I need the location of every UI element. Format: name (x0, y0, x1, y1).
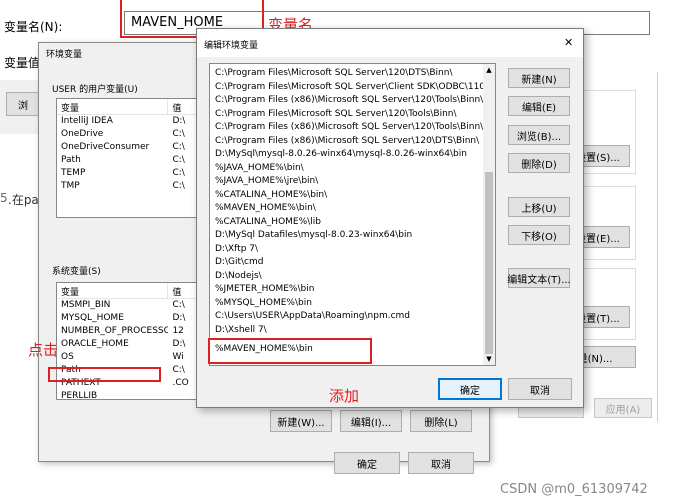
sys-delete-button[interactable]: 删除(L) (410, 410, 472, 432)
var-name: Path (61, 155, 81, 165)
var-name: NUMBER_OF_PROCESSORS (61, 326, 168, 336)
table-row[interactable]: OS Wi (57, 351, 205, 364)
edit-ok-button[interactable]: 确定 (438, 378, 502, 400)
annotation-click: 点击 (28, 341, 59, 359)
path-entry[interactable]: C:\Program Files (x86)\Microsoft SQL Ser… (210, 94, 495, 108)
close-icon[interactable]: ✕ (564, 36, 573, 49)
var-name: PERLLIB (61, 391, 98, 400)
scrollbar-thumb[interactable] (485, 172, 493, 354)
user-vars-label: USER 的用户变量(U) (52, 85, 138, 95)
var-name: OS (61, 352, 74, 362)
env-ok-button[interactable]: 确定 (334, 452, 400, 474)
path-entry[interactable]: %JAVA_HOME%\bin\ (210, 162, 495, 176)
var-name: ORACLE_HOME (61, 339, 129, 349)
path-entry[interactable]: C:\Program Files\Microsoft SQL Server\12… (210, 67, 495, 81)
path-entry[interactable]: D:\Nodejs\ (210, 270, 495, 284)
sys-vars-label: 系统变量(S) (52, 267, 101, 277)
env-dialog-title: 环境变量 (46, 50, 83, 60)
sys-new-button[interactable]: 新建(W)... (270, 410, 332, 432)
table-row[interactable]: NUMBER_OF_PROCESSORS12 (57, 325, 205, 338)
move-up-button[interactable]: 上移(U) (508, 197, 570, 217)
path-entry[interactable]: %CATALINA_HOME%\bin\ (210, 189, 495, 203)
var-name: MYSQL_HOME (61, 313, 124, 323)
user-vars-table[interactable]: 变量值 IntelliJ IDEA D:\ OneDrive C:\ OneDriveC… (56, 98, 206, 218)
list-scrollbar[interactable]: ▲ ▼ (483, 64, 495, 365)
var-value-label: 变量值 (4, 56, 41, 70)
path-highlight (48, 367, 161, 382)
table-row[interactable]: OneDriveConsumer C:\ (57, 141, 205, 154)
move-down-button[interactable]: 下移(O) (508, 225, 570, 245)
path-entry[interactable]: C:\Program Files (x86)\Microsoft SQL Ser… (210, 135, 495, 149)
sys-vars-table[interactable]: 变量值 MSMPI_BIN C:\ MYSQL_HOME D:\ NUMBER_OF_P… (56, 282, 206, 400)
path-entry[interactable]: C:\Program Files (x86)\Microsoft SQL Ser… (210, 121, 495, 135)
sys-edit-button[interactable]: 编辑(I)... (340, 410, 402, 432)
edit-dialog-title: 编辑环境变量 (204, 41, 259, 51)
var-name: MSMPI_BIN (61, 300, 111, 310)
var-name: IntelliJ IDEA (61, 116, 113, 126)
edit-cancel-button[interactable]: 取消 (508, 378, 572, 400)
bg-step-num: 5 (0, 191, 8, 205)
table-row[interactable]: IntelliJ IDEA D:\ (57, 115, 205, 128)
path-entry[interactable]: %JAVA_HOME%\jre\bin\ (210, 175, 495, 189)
path-entry[interactable]: D:\MySql\mysql-8.0.26-winx64\mysql-8.0.2… (210, 148, 495, 162)
scroll-down-arrow[interactable]: ▼ (483, 353, 495, 365)
bg-browse-button[interactable]: 浏 (6, 92, 40, 116)
edit-delete-button[interactable]: 删除(D) (508, 153, 570, 173)
path-entry[interactable]: C:\Users\USER\AppData\Roaming\npm.cmd (210, 310, 495, 324)
path-entry[interactable]: %MYSQL_HOME%\bin (210, 297, 495, 311)
var-name: TEMP (61, 168, 86, 178)
table-row[interactable]: TMP C:\ (57, 180, 205, 193)
path-entry[interactable]: D:\Xftp 7\ (210, 243, 495, 257)
table-row[interactable]: MYSQL_HOME D:\ (57, 312, 205, 325)
path-entries-list[interactable]: C:\Program Files\Microsoft SQL Server\12… (209, 63, 496, 366)
col-var-header[interactable]: 变量 (57, 283, 169, 298)
var-name: OneDriveConsumer (61, 142, 150, 152)
col-var-header[interactable]: 变量 (57, 99, 169, 114)
env-cancel-button[interactable]: 取消 (408, 452, 474, 474)
annotation-add: 添加 (329, 387, 360, 405)
path-entry[interactable]: %JMETER_HOME%\bin (210, 283, 495, 297)
watermark: CSDN @m0_61309742 (500, 482, 648, 497)
path-entry[interactable]: C:\Program Files\Microsoft SQL Server\Cl… (210, 81, 495, 95)
edit-text-button[interactable]: 编辑文本(T)... (507, 268, 571, 288)
table-row[interactable]: MSMPI_BIN C:\ (57, 299, 205, 312)
table-row[interactable]: TEMP C:\ (57, 167, 205, 180)
var-name: OneDrive (61, 129, 104, 139)
path-entry[interactable]: D:\Git\cmd (210, 256, 495, 270)
path-entry[interactable]: %CATALINA_HOME%\lib (210, 216, 495, 230)
path-entry[interactable]: C:\Program Files\Microsoft SQL Server\12… (210, 108, 495, 122)
edit-new-button[interactable]: 新建(N) (508, 68, 570, 88)
path-entry[interactable]: D:\MySql Datafiles\mysql-8.0.23-winx64\b… (210, 229, 495, 243)
scroll-up-arrow[interactable]: ▲ (483, 64, 495, 76)
new-entry-highlight (208, 338, 372, 364)
path-entry[interactable]: D:\Xshell 7\ (210, 324, 495, 338)
edit-browse-button[interactable]: 浏览(B)... (508, 125, 570, 145)
table-row[interactable]: Path C:\ (57, 154, 205, 167)
var-name-label: 变量名(N): (4, 20, 63, 34)
path-entry[interactable]: %MAVEN_HOME%\bin\ (210, 202, 495, 216)
table-row[interactable]: OneDrive C:\ (57, 128, 205, 141)
table-row[interactable]: ORACLE_HOME D:\ (57, 338, 205, 351)
edit-edit-button[interactable]: 编辑(E) (508, 96, 570, 116)
var-name: TMP (61, 181, 80, 191)
table-row[interactable]: PERLLIB (57, 390, 205, 400)
bg-step-text: .在pa (8, 193, 39, 207)
apply-button[interactable]: 应用(A) (594, 398, 652, 418)
